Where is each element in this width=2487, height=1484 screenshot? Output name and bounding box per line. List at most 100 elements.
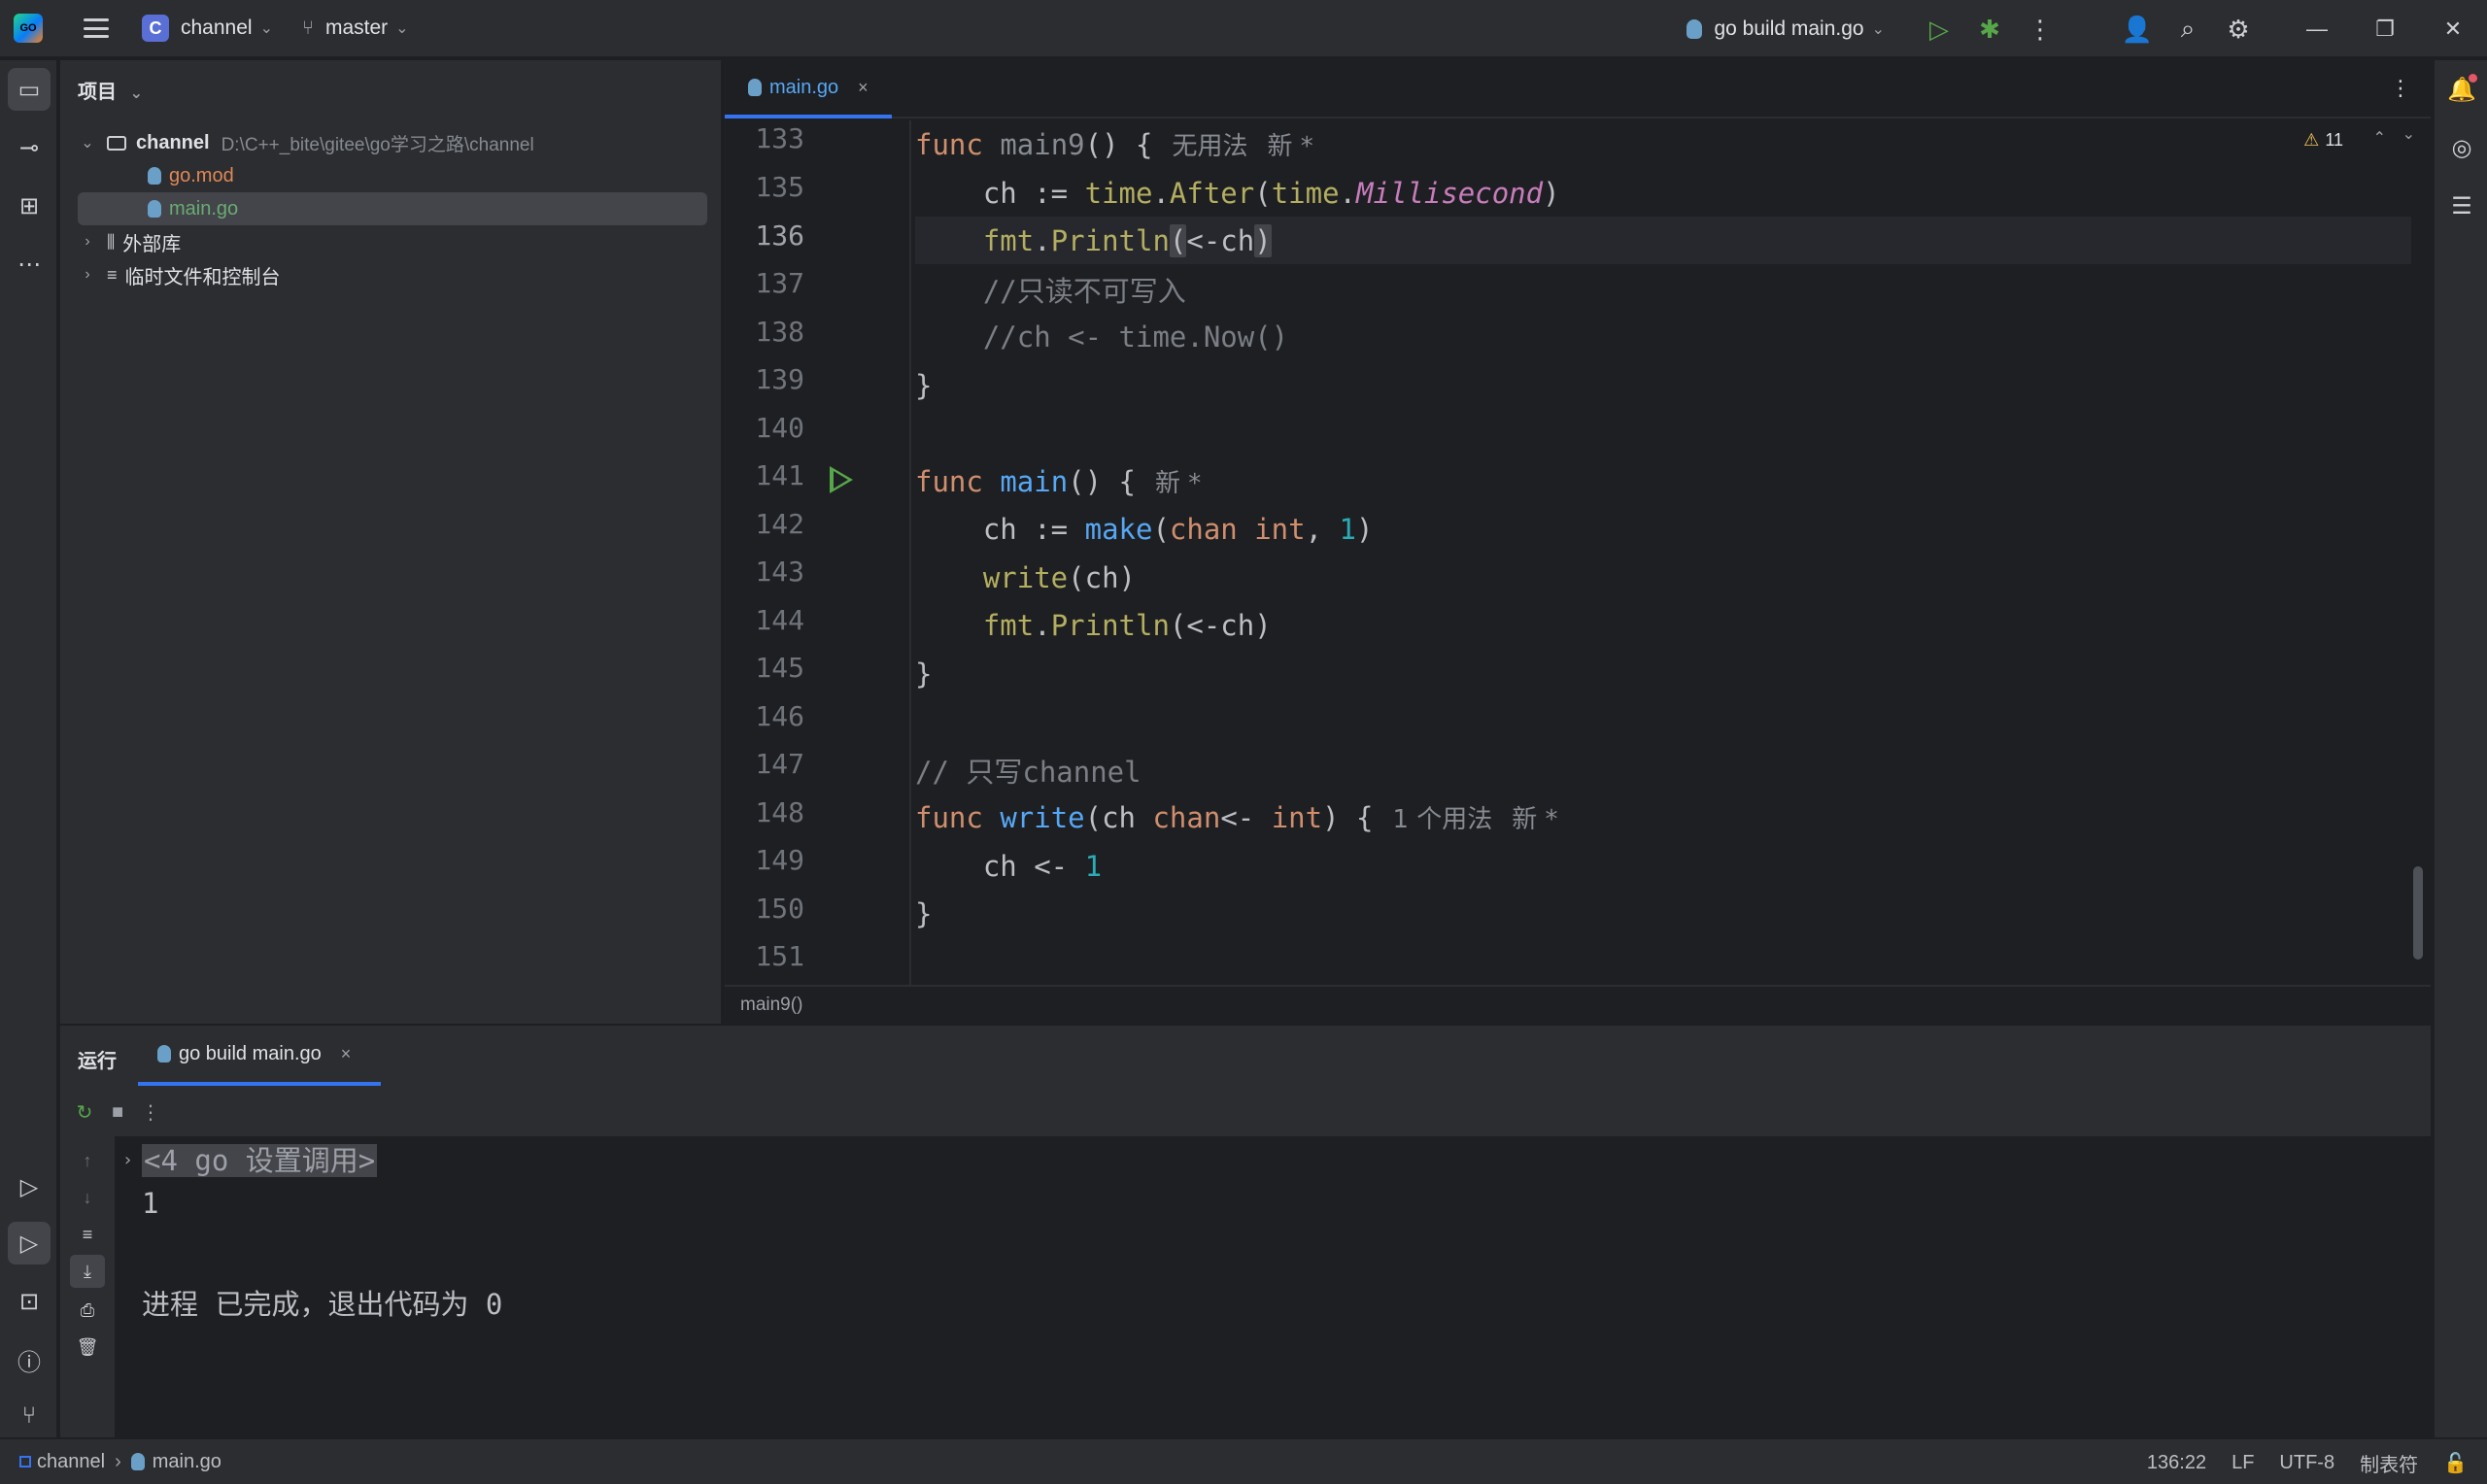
chevron-right-icon: › <box>115 1450 121 1472</box>
line-number: 144 <box>755 604 804 636</box>
terminal-tool-icon[interactable]: ⊡ <box>8 1280 51 1323</box>
code-line-142: ch := make(chan int, 1) <box>915 512 1374 546</box>
code-line-149: ch <- 1 <box>915 849 1103 883</box>
run-tool-icon[interactable]: ▷ <box>8 1222 51 1265</box>
branch-selector[interactable]: ⑂ master ⌄ <box>273 0 409 57</box>
services-tool-icon[interactable]: ▷ <box>8 1165 51 1208</box>
trash-icon[interactable]: 🗑 <box>70 1331 105 1364</box>
editor-breadcrumb[interactable]: main9() <box>725 985 2431 1024</box>
scroll-up-icon[interactable]: ↑ <box>70 1144 105 1177</box>
project-badge: C <box>142 15 169 42</box>
more-icon[interactable]: ⋮ <box>134 1096 167 1129</box>
status-project[interactable]: channel <box>37 1451 105 1473</box>
editor-scrollbar[interactable] <box>2413 866 2423 960</box>
chevron-down-icon: ⌄ <box>1871 21 1885 38</box>
close-tab-icon[interactable]: × <box>858 78 869 98</box>
commit-tool-icon[interactable]: ⊸ <box>8 126 51 169</box>
left-tool-strip: ▭ ⊸ ⊞ ⋯ ▷ ▷ ⊡ ⓘ ⑂ <box>0 60 58 1437</box>
minimize-button[interactable]: — <box>2283 0 2351 58</box>
run-toolbar: ↻ ■ ⋮ <box>60 1088 2431 1136</box>
console-output-line: 1 <box>142 1187 159 1220</box>
more-actions-icon[interactable]: ⋮ <box>2015 0 2065 58</box>
tree-item-scratches[interactable]: › ≡ 临时文件和控制台 <box>78 258 707 291</box>
go-file-icon <box>157 1045 171 1062</box>
soft-wrap-icon[interactable]: ≡ <box>70 1218 105 1251</box>
cursor-position[interactable]: 136:22 <box>2147 1452 2206 1474</box>
project-panel: 项目 ⌄ ⌄ channel D:\C++_bite\gitee\go学习之路\… <box>60 60 723 1024</box>
code-area[interactable]: func main9() {无用法新 * ch := time. After(ti… <box>915 120 2411 985</box>
comment: //ch <- time.Now() <box>982 320 1289 354</box>
right-tool-strip: 🔔 ◎ ☰ <box>2433 60 2487 1437</box>
tree-root-channel[interactable]: ⌄ channel D:\C++_bite\gitee\go学习之路\chann… <box>78 126 707 159</box>
rerun-icon[interactable]: ↻ <box>68 1096 101 1129</box>
stop-icon[interactable]: ■ <box>101 1096 134 1129</box>
print-icon[interactable]: ⎙ <box>70 1294 105 1327</box>
close-window-button[interactable]: ✕ <box>2419 0 2487 58</box>
tab-run-config[interactable]: go build main.go × <box>138 1026 381 1086</box>
main-menu-icon[interactable] <box>84 18 109 38</box>
project-panel-title[interactable]: 项目 ⌄ <box>78 76 143 104</box>
line-gutter: 133 135 136 137 138 139 140 141 142 143 … <box>725 120 911 985</box>
indent-setting[interactable]: 制表符 <box>2360 1449 2418 1477</box>
status-file[interactable]: main.go <box>153 1451 221 1473</box>
scroll-to-end-icon[interactable]: ⤓ <box>70 1255 105 1288</box>
code-line-138: //ch <- time.Now() <box>915 313 2411 360</box>
project-tool-icon[interactable]: ▭ <box>8 68 51 111</box>
tree-item-external-libs[interactable]: › ⫼ 外部库 <box>78 225 707 258</box>
problems-tool-icon[interactable]: ⓘ <box>8 1338 51 1381</box>
tab-label: main.go <box>769 76 839 98</box>
chevron-right-icon[interactable]: › <box>78 266 97 284</box>
root-folder-path: D:\C++_bite\gitee\go学习之路\channel <box>221 134 534 155</box>
tree-item-go-mod[interactable]: go.mod <box>78 159 707 192</box>
more-tools-icon[interactable]: ⋯ <box>8 243 51 286</box>
run-panel: 运行 go build main.go × ↻ ■ ⋮ ↑ ↓ ≡ ⤓ ⎙ 🗑 … <box>60 1024 2431 1439</box>
line-number: 136 <box>755 219 804 252</box>
tree-item-main-go[interactable]: main.go <box>78 192 707 225</box>
file-encoding[interactable]: UTF-8 <box>2279 1452 2334 1474</box>
line-number: 145 <box>755 652 804 684</box>
scroll-down-icon[interactable]: ↓ <box>70 1181 105 1214</box>
console-output[interactable]: › <4 go 设置调用> 1 进程 已完成，退出代码为 0 <box>115 1136 2431 1439</box>
line-number: 139 <box>755 363 804 395</box>
notifications-bell-icon[interactable]: 🔔 <box>2440 68 2483 111</box>
code-line-148: func write (ch chan <- int) {1 个用法新 * <box>915 800 1558 835</box>
go-file-icon <box>1686 19 1703 39</box>
go-file-icon <box>748 79 762 96</box>
close-tab-icon[interactable]: × <box>341 1044 352 1064</box>
restore-button[interactable]: ❐ <box>2351 0 2419 58</box>
lock-icon[interactable]: 🔓 <box>2443 1451 2468 1475</box>
chevron-right-icon[interactable]: › <box>78 233 97 251</box>
code-line-139: } <box>915 368 933 402</box>
chevron-right-icon[interactable]: › <box>122 1150 133 1170</box>
breadcrumb-item[interactable]: main9() <box>740 995 802 1016</box>
notification-dot <box>2469 74 2477 83</box>
chevron-down-icon: ⌄ <box>129 85 143 102</box>
run-button[interactable]: ▷ <box>1914 0 1964 58</box>
ai-assistant-icon[interactable]: ◎ <box>2440 126 2483 169</box>
scratches-label: 临时文件和控制台 <box>124 266 281 288</box>
gear-icon[interactable]: ⚙ <box>2213 0 2264 58</box>
structure-tool-icon[interactable]: ⊞ <box>8 185 51 227</box>
run-panel-title: 运行 <box>78 1051 117 1072</box>
new-hint: 新 * <box>1155 469 1202 498</box>
run-config-selector[interactable]: go build main.go ⌄ <box>1686 17 1885 41</box>
app-logo-icon[interactable]: GO <box>14 14 43 43</box>
library-icon: ⫼ <box>107 231 116 252</box>
line-number: 148 <box>755 796 804 828</box>
debug-button[interactable]: ✱ <box>1964 0 2015 58</box>
console-folded-line[interactable]: <4 go 设置调用> <box>142 1138 378 1179</box>
project-selector[interactable]: C channel ⌄ <box>109 0 273 57</box>
chevron-down-icon[interactable]: ⌄ <box>78 133 97 152</box>
add-user-icon[interactable]: 👤 <box>2112 0 2163 58</box>
database-icon[interactable]: ☰ <box>2440 185 2483 227</box>
line-separator[interactable]: LF <box>2231 1452 2254 1474</box>
code-line-133: func main9() {无用法新 * <box>915 127 1313 162</box>
tabs-more-icon[interactable]: ⋮ <box>2390 76 2411 101</box>
run-gutter-icon[interactable] <box>830 466 853 493</box>
line-number: 133 <box>755 122 804 154</box>
code-line-144: fmt. Println (<-ch) <box>982 608 1272 642</box>
git-tool-icon[interactable]: ⑂ <box>8 1395 51 1437</box>
editor-tabs: main.go × ⋮ <box>725 60 2431 118</box>
tab-main-go[interactable]: main.go × <box>725 60 892 118</box>
search-icon[interactable]: ⌕ <box>2163 0 2213 58</box>
